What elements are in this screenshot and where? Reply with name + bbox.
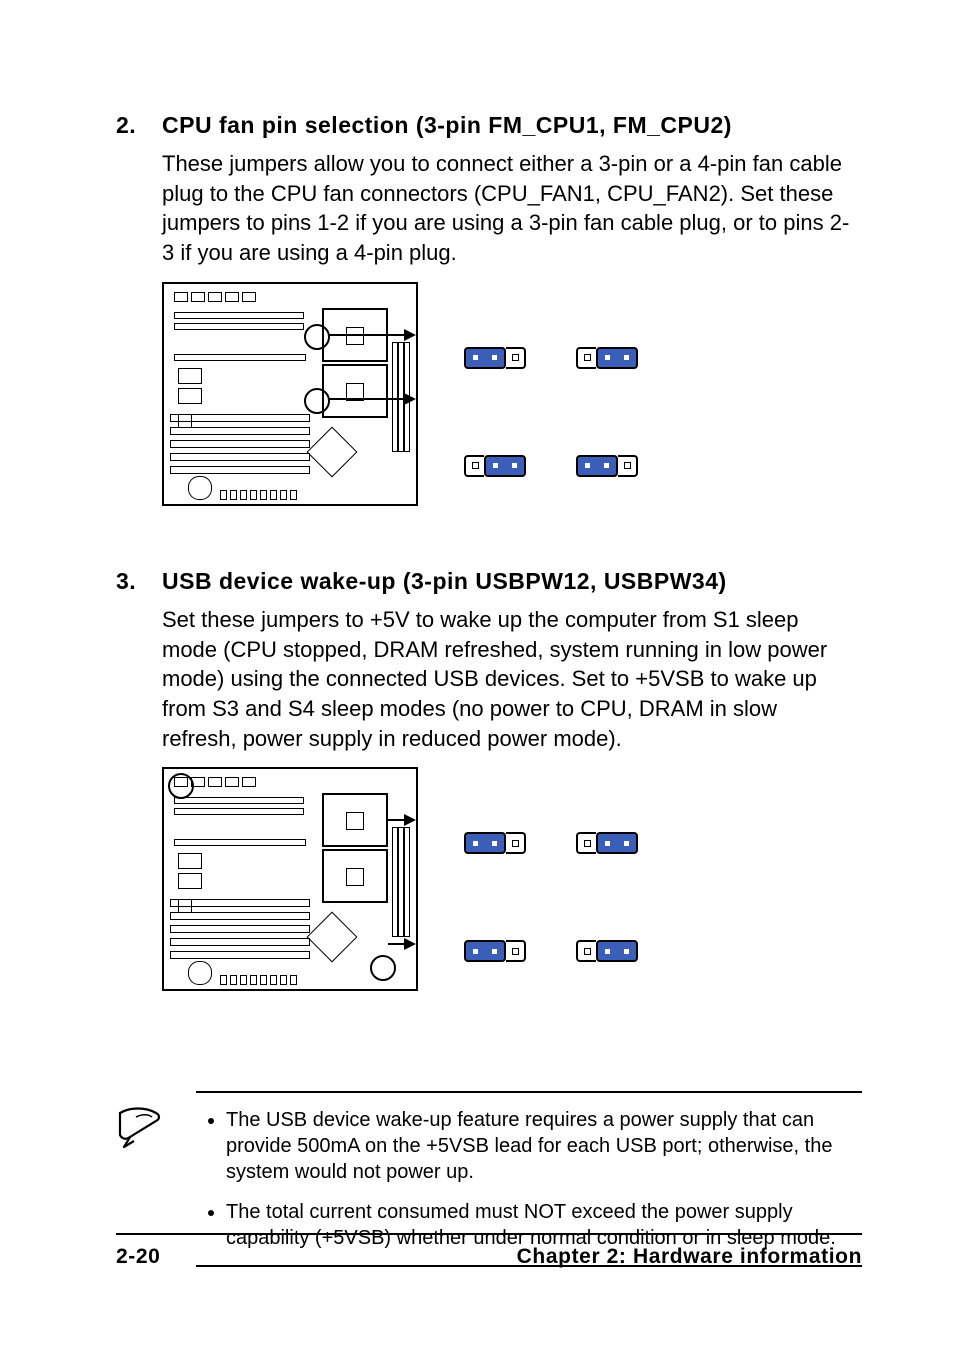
jumper-illustrations xyxy=(446,796,638,962)
jumper-pins-1-2 xyxy=(464,832,526,854)
page-footer: 2-20 Chapter 2: Hardware information xyxy=(116,1233,862,1271)
jumper-pins-2-3 xyxy=(576,832,638,854)
section-title: USB device wake-up (3-pin USBPW12, USBPW… xyxy=(162,566,727,597)
section-body: Set these jumpers to +5V to wake up the … xyxy=(162,605,852,753)
section-body: These jumpers allow you to connect eithe… xyxy=(162,149,852,268)
chapter-title: Chapter 2: Hardware information xyxy=(517,1243,862,1271)
note-icon xyxy=(116,1091,176,1159)
motherboard-schematic xyxy=(162,282,418,506)
arrow-icon xyxy=(388,943,414,945)
diagram-usb-wakeup xyxy=(162,767,862,991)
section-heading: 3. USB device wake-up (3-pin USBPW12, US… xyxy=(116,566,862,597)
section-title: CPU fan pin selection (3-pin FM_CPU1, FM… xyxy=(162,110,732,141)
arrow-icon xyxy=(328,334,414,336)
section-usb-wakeup: 3. USB device wake-up (3-pin USBPW12, US… xyxy=(116,566,862,991)
jumper-pins-2-3 xyxy=(576,347,638,369)
callout-circle-icon xyxy=(168,773,194,799)
jumper-pins-1-2 xyxy=(464,347,526,369)
motherboard-schematic xyxy=(162,767,418,991)
arrow-icon xyxy=(328,398,414,400)
jumper-pins-2-3 xyxy=(464,455,526,477)
jumper-row xyxy=(464,940,638,962)
note-item: The USB device wake-up feature requires … xyxy=(226,1107,858,1185)
section-number: 3. xyxy=(116,566,162,597)
page-number: 2-20 xyxy=(116,1243,160,1271)
diagram-cpu-fan xyxy=(162,282,862,506)
section-number: 2. xyxy=(116,110,162,141)
callout-circle-icon xyxy=(304,388,330,414)
jumper-row xyxy=(464,832,638,854)
callout-circle-icon xyxy=(370,955,396,981)
jumper-pins-1-2 xyxy=(464,940,526,962)
arrow-icon xyxy=(388,819,414,821)
section-cpu-fan: 2. CPU fan pin selection (3-pin FM_CPU1,… xyxy=(116,110,862,506)
jumper-illustrations xyxy=(446,311,638,477)
jumper-row xyxy=(464,347,638,369)
section-heading: 2. CPU fan pin selection (3-pin FM_CPU1,… xyxy=(116,110,862,141)
jumper-pins-1-2 xyxy=(576,455,638,477)
jumper-pins-2-3 xyxy=(576,940,638,962)
manual-page: 2. CPU fan pin selection (3-pin FM_CPU1,… xyxy=(0,0,954,1351)
jumper-row xyxy=(464,455,638,477)
callout-circle-icon xyxy=(304,324,330,350)
